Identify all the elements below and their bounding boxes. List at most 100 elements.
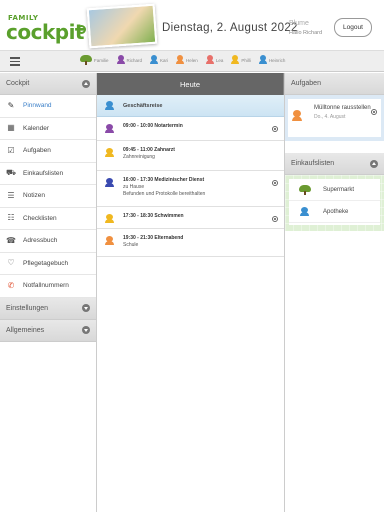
notes-icon: ☰ — [7, 190, 15, 200]
hamburger-menu-icon[interactable] — [10, 57, 20, 66]
expand-icon[interactable] — [82, 326, 90, 334]
member-label: Helen — [186, 57, 198, 63]
person-icon — [150, 55, 159, 65]
current-date: Dienstag, 2. August 2022 — [162, 22, 298, 34]
member-kari[interactable]: Kari — [150, 55, 168, 65]
sidebar: Cockpit ✎ Pinnwand ▦ Kalender ☑ Aufgaben… — [0, 73, 97, 512]
app-header: FAMILY cockpit Dienstag, 2. August 2022 … — [0, 0, 384, 50]
tasks-list: Mülltonne rausstellen Do., 4. August — [285, 95, 384, 141]
event-title: Zahnarzt — [154, 147, 175, 153]
shopping-list-label: Apotheke — [323, 208, 349, 215]
checklist-doc-icon: ☷ — [7, 213, 15, 223]
member-label: Familie — [94, 57, 109, 63]
family-bar: Familie Richard Kari Helen Lea Philli He… — [0, 50, 384, 72]
sidebar-section-allgemeines[interactable]: Allgemeines — [0, 319, 96, 342]
sidebar-item-kalender[interactable]: ▦ Kalender — [0, 118, 96, 140]
event-row[interactable]: 17:30 - 18:30 Schwimmen — [97, 207, 284, 229]
sidebar-item-adressbuch[interactable]: ☎ Adressbuch — [0, 230, 96, 253]
sidebar-item-notfallnummern[interactable]: ✆ Notfallnummern — [0, 275, 96, 298]
reminder-icon[interactable] — [272, 216, 278, 222]
sidebar-item-label: Kalender — [23, 124, 50, 132]
member-label: Philli — [241, 57, 251, 63]
event-row[interactable]: 09:00 - 10:00 Notartermin — [97, 117, 284, 141]
member-label: Kari — [160, 57, 169, 63]
sidebar-section-einstellungen[interactable]: Einstellungen — [0, 297, 96, 320]
reminder-icon[interactable] — [272, 126, 278, 132]
family-photo — [86, 3, 158, 49]
sidebar-item-label: Notizen — [23, 192, 46, 200]
sidebar-item-einkaufslisten[interactable]: ⛟ Einkaufslisten — [0, 163, 96, 185]
person-icon — [105, 148, 115, 158]
tasks-header[interactable]: Aufgaben — [285, 73, 384, 95]
person-icon — [292, 110, 304, 122]
section-title: Einstellungen — [6, 304, 49, 312]
member-familie[interactable]: Familie — [80, 55, 109, 65]
reminder-icon[interactable] — [371, 109, 377, 115]
logo-big-text: cockpit — [6, 20, 84, 44]
cart-icon: ⛟ — [5, 168, 17, 178]
sidebar-section-cockpit[interactable]: Cockpit — [0, 73, 96, 95]
event-title: Notartermin — [154, 123, 183, 129]
sidebar-item-aufgaben[interactable]: ☑ Aufgaben — [0, 140, 96, 163]
collapse-icon[interactable] — [82, 79, 90, 88]
person-icon — [231, 55, 240, 65]
event-time: 09:45 - 11:00 — [123, 147, 153, 153]
calendar-icon: ▦ — [7, 123, 15, 133]
shopping-header[interactable]: Einkaufslisten — [285, 153, 384, 175]
reminder-icon[interactable] — [272, 180, 278, 186]
event-title: Schwimmen — [154, 213, 184, 219]
sidebar-item-pflegetagebuch[interactable]: ♡ Pflegetagebuch — [0, 253, 96, 275]
sidebar-item-notizen[interactable]: ☰ Notizen — [0, 185, 96, 208]
event-row[interactable]: 09:45 - 11:00 Zahnarzt Zahnreinigung — [97, 141, 284, 171]
person-icon — [105, 100, 115, 111]
event-subtitle: Zahnreinigung — [123, 154, 155, 160]
emergency-icon: ✆ — [7, 280, 15, 290]
member-richard[interactable]: Richard — [116, 55, 142, 65]
sidebar-item-label: Notfallnummern — [23, 282, 69, 290]
event-time: 17:30 - 18:30 — [123, 213, 154, 219]
logout-button[interactable]: Logout — [334, 18, 372, 37]
section-title: Allgemeines — [6, 326, 45, 334]
member-lea[interactable]: Lea — [205, 55, 223, 65]
person-icon — [105, 178, 115, 188]
family-tree-icon — [299, 184, 311, 195]
event-row[interactable]: 19:30 - 21:30 Elternabend Schule — [97, 229, 284, 257]
sidebar-item-label: Einkaufslisten — [23, 169, 64, 177]
person-icon — [105, 214, 115, 224]
family-members: Familie Richard Kari Helen Lea Philli He… — [80, 55, 293, 65]
event-time: 09:00 - 10:00 — [123, 123, 154, 129]
task-item[interactable]: Mülltonne rausstellen Do., 4. August — [288, 99, 381, 137]
event-note: Befunden und Protokolle bereithalten — [123, 191, 206, 197]
expand-icon[interactable] — [82, 304, 90, 312]
sidebar-item-checklisten[interactable]: ☷ Checklisten — [0, 208, 96, 230]
member-philli[interactable]: Philli — [231, 55, 251, 65]
sidebar-item-label: Pinnwand — [23, 102, 52, 110]
family-cockpit-logo: FAMILY cockpit — [6, 12, 86, 46]
member-helen[interactable]: Helen — [176, 55, 198, 65]
member-label: Heinrich — [268, 57, 286, 63]
addressbook-icon: ☎ — [6, 235, 16, 245]
heart-icon: ♡ — [7, 258, 15, 268]
sidebar-item-label: Checklisten — [23, 214, 57, 222]
event-title: Elternabend — [154, 235, 184, 241]
tasks-title: Aufgaben — [291, 80, 321, 87]
task-date: Do., 4. August — [314, 113, 346, 120]
event-time: 16:00 - 17:30 — [123, 177, 154, 183]
checklist-icon: ☑ — [7, 145, 15, 155]
all-day-event[interactable]: Geschäftsreise — [97, 95, 284, 117]
logo-dot-icon — [77, 25, 86, 34]
member-heinrich[interactable]: Heinrich — [258, 55, 286, 65]
sidebar-item-label: Adressbuch — [23, 237, 58, 245]
event-row[interactable]: 16:00 - 17:30 Medizinischer Dienst zu Ha… — [97, 171, 284, 207]
collapse-icon[interactable] — [370, 159, 378, 168]
today-panel: Heute Geschäftsreise 09:00 - 10:00 Notar… — [97, 73, 284, 512]
sidebar-item-pinnwand[interactable]: ✎ Pinnwand — [0, 95, 96, 118]
task-title: Mülltonne rausstellen — [314, 105, 371, 111]
today-title: Heute — [97, 73, 284, 95]
user-name: Blume — [289, 20, 309, 27]
event-subtitle: Schule — [123, 242, 139, 248]
shopping-list-supermarkt[interactable]: Supermarkt — [289, 179, 380, 201]
person-icon — [205, 55, 214, 65]
section-title: Cockpit — [6, 80, 30, 87]
shopping-list-apotheke[interactable]: Apotheke — [289, 201, 380, 223]
